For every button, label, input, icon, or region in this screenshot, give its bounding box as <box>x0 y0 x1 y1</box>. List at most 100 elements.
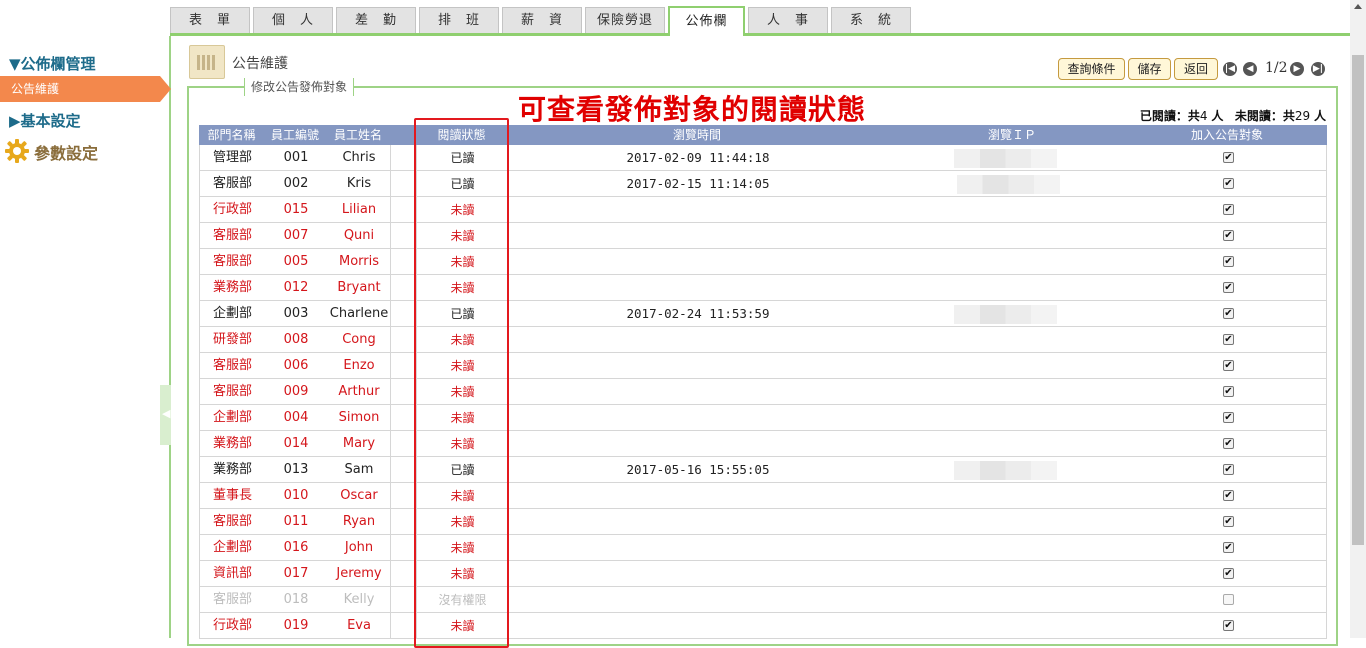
sidebar-item-announcement-maintenance[interactable]: 公告維護 <box>0 76 171 102</box>
table-row: 客服部 005 Morris 未讀 ✔ <box>199 249 1327 275</box>
cell-view-ip-redacted <box>954 461 1057 480</box>
cell-department: 客服部 <box>212 384 252 399</box>
add-recipient-checkbox[interactable]: ✔ <box>1223 256 1234 267</box>
cell-employee-name: Quni <box>343 228 375 243</box>
table-row: 客服部 011 Ryan 未讀 ✔ <box>199 509 1327 535</box>
cell-employee-name: Chris <box>342 150 376 165</box>
tab-underline <box>170 33 1350 36</box>
column-separator <box>390 223 391 249</box>
table-row: 行政部 019 Eva 未讀 ✔ <box>199 613 1327 639</box>
cell-view-time <box>508 587 888 613</box>
cell-employee-name: Cong <box>342 332 376 347</box>
column-separator <box>390 275 391 301</box>
query-conditions-button[interactable]: 查詢條件 <box>1058 58 1125 80</box>
sidebar: ▼公佈欄管理 公告維護 ▶基本設定 參數設定 <box>0 36 171 638</box>
add-recipient-checkbox[interactable]: ✔ <box>1223 386 1234 397</box>
save-button[interactable]: 儲存 <box>1128 58 1171 80</box>
sidebar-item-parameter-settings[interactable]: 參數設定 <box>34 140 98 164</box>
table-row: 研發部 008 Cong 未讀 ✔ <box>199 327 1327 353</box>
add-recipient-checkbox[interactable]: ✔ <box>1223 334 1234 345</box>
cell-view-ip-redacted <box>954 305 1057 324</box>
add-recipient-checkbox[interactable]: ✔ <box>1223 438 1234 449</box>
table-row: 企劃部 004 Simon 未讀 ✔ <box>199 405 1327 431</box>
cell-department: 客服部 <box>212 358 252 373</box>
tab-hr[interactable]: 人 事 <box>748 7 828 33</box>
column-separator <box>390 431 391 457</box>
cell-view-ip-redacted <box>957 175 1060 194</box>
cell-employee-id: 001 <box>283 150 309 165</box>
tab-attendance[interactable]: 差 勤 <box>336 7 416 33</box>
last-page-icon[interactable]: ▶| <box>1311 62 1325 76</box>
cell-view-ip-redacted <box>954 149 1057 168</box>
cell-employee-name: Sam <box>344 462 374 477</box>
cell-department: 行政部 <box>212 618 252 633</box>
cell-employee-id: 017 <box>283 566 309 581</box>
column-separator <box>390 353 391 379</box>
add-recipient-checkbox[interactable]: ✔ <box>1223 230 1234 241</box>
cell-department: 客服部 <box>212 514 252 529</box>
cell-view-time <box>508 483 888 509</box>
add-recipient-checkbox[interactable]: ✔ <box>1223 152 1234 163</box>
unread-count: 29 <box>1294 109 1311 123</box>
add-recipient-checkbox[interactable]: ✔ <box>1223 620 1234 631</box>
vertical-scrollbar[interactable] <box>1350 0 1366 638</box>
add-recipient-checkbox[interactable]: ✔ <box>1223 282 1234 293</box>
cell-view-time <box>508 509 888 535</box>
main-tab-bar: 表 單 個 人 差 勤 排 班 薪 資 保險勞退 公佈欄 人 事 系 統 <box>0 0 1350 36</box>
tab-system[interactable]: 系 統 <box>831 7 911 33</box>
cell-employee-id: 019 <box>283 618 309 633</box>
cell-employee-name: Bryant <box>337 280 381 295</box>
sidebar-collapse-handle[interactable]: ◀ <box>160 385 171 445</box>
cell-view-time <box>508 405 888 431</box>
add-recipient-checkbox[interactable]: ✔ <box>1223 542 1234 553</box>
add-recipient-checkbox[interactable]: ✔ <box>1223 308 1234 319</box>
cell-department: 研發部 <box>212 332 252 347</box>
header-view-time: 瀏覽時間 <box>672 128 721 142</box>
cell-employee-name: Ryan <box>342 514 376 529</box>
cell-employee-id: 013 <box>283 462 309 477</box>
scroll-up-icon[interactable] <box>1354 4 1362 9</box>
table-row: 管理部 001 Chris 已讀 2017-02-09 11:44:18 ✔ <box>199 145 1327 171</box>
cell-employee-name: Morris <box>338 254 379 269</box>
cell-department: 客服部 <box>212 228 252 243</box>
tab-personal[interactable]: 個 人 <box>253 7 333 33</box>
column-separator <box>390 457 391 483</box>
cell-employee-id: 012 <box>283 280 309 295</box>
scrollbar-thumb[interactable] <box>1352 55 1364 545</box>
sidebar-section-bulletin-admin[interactable]: ▼公佈欄管理 <box>9 53 96 74</box>
add-recipient-checkbox[interactable] <box>1223 594 1234 605</box>
cell-view-time <box>508 275 888 301</box>
tab-forms[interactable]: 表 單 <box>170 7 250 33</box>
add-recipient-checkbox[interactable]: ✔ <box>1223 204 1234 215</box>
add-recipient-checkbox[interactable]: ✔ <box>1223 516 1234 527</box>
cell-department: 企劃部 <box>212 540 252 555</box>
add-recipient-checkbox[interactable]: ✔ <box>1223 568 1234 579</box>
sidebar-section-basic-settings[interactable]: ▶基本設定 <box>9 110 81 131</box>
next-page-icon[interactable]: ▶ <box>1290 62 1304 76</box>
add-recipient-checkbox[interactable]: ✔ <box>1223 412 1234 423</box>
column-separator <box>390 327 391 353</box>
column-separator <box>390 483 391 509</box>
tab-payroll[interactable]: 薪 資 <box>502 7 582 33</box>
document-icon <box>189 45 225 79</box>
prev-page-icon[interactable]: ◀ <box>1243 62 1257 76</box>
page-indicator: 1/2 <box>1265 60 1288 76</box>
table-row: 行政部 015 Lilian 未讀 ✔ <box>199 197 1327 223</box>
cell-department: 業務部 <box>212 280 252 295</box>
header-blank <box>390 125 416 145</box>
add-recipient-checkbox[interactable]: ✔ <box>1223 490 1234 501</box>
tab-insurance[interactable]: 保險勞退 <box>585 7 665 33</box>
cell-employee-id: 014 <box>283 436 309 451</box>
header-add-recipient: 加入公告對象 <box>1190 128 1263 142</box>
table-row: 資訊部 017 Jeremy 未讀 ✔ <box>199 561 1327 587</box>
add-recipient-checkbox[interactable]: ✔ <box>1223 178 1234 189</box>
cell-view-time: 2017-02-15 11:14:05 <box>626 176 770 191</box>
cell-employee-name: Jeremy <box>336 566 382 581</box>
first-page-icon[interactable]: |◀ <box>1223 62 1237 76</box>
add-recipient-checkbox[interactable]: ✔ <box>1223 464 1234 475</box>
tab-schedule[interactable]: 排 班 <box>419 7 499 33</box>
tab-bulletin[interactable]: 公佈欄 <box>668 6 745 36</box>
add-recipient-checkbox[interactable]: ✔ <box>1223 360 1234 371</box>
back-button[interactable]: 返回 <box>1174 58 1218 80</box>
column-separator <box>390 145 391 171</box>
